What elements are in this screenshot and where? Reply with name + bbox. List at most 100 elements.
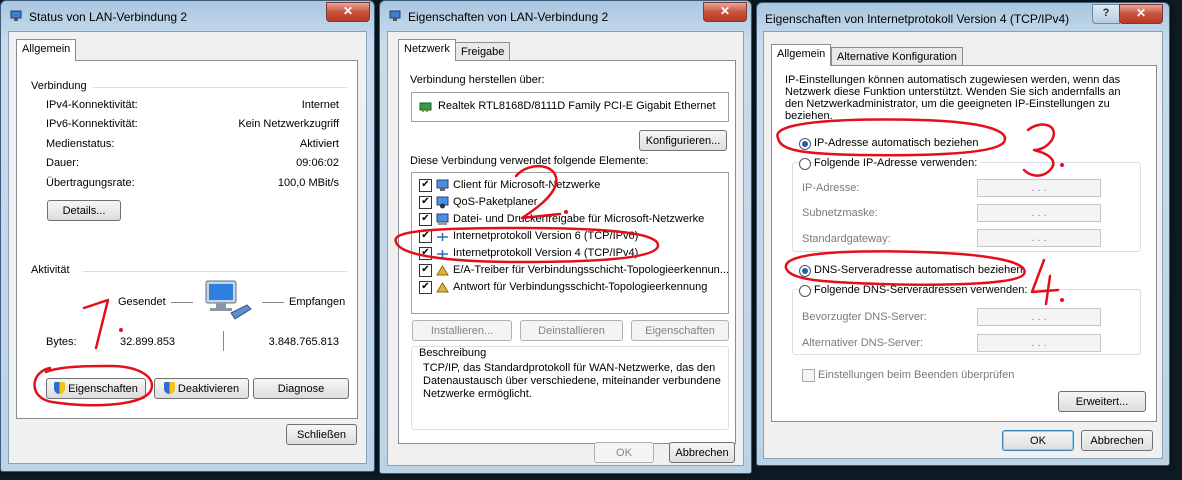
install-button[interactable]: Installieren... bbox=[412, 320, 512, 341]
window-title: Status von LAN-Verbindung 2 bbox=[29, 10, 188, 24]
configure-button[interactable]: Konfigurieren... bbox=[639, 130, 727, 151]
network-adapter-icon bbox=[419, 102, 432, 112]
media-status-value: Aktiviert bbox=[299, 138, 339, 150]
lan-properties-client-area: Netzwerk Freigabe Verbindung herstellen … bbox=[387, 31, 744, 466]
close-window-button[interactable]: ✕ bbox=[326, 2, 370, 22]
components-list[interactable]: ✔ Client für Microsoft-Netzwerke ✔ QoS-P… bbox=[411, 172, 729, 314]
bytes-divider bbox=[223, 331, 224, 351]
network-computer-icon bbox=[205, 280, 252, 320]
properties-button[interactable]: Eigenschaften bbox=[46, 378, 146, 399]
component-checkbox[interactable]: ✔ bbox=[419, 213, 432, 226]
ip-auto-label: IP-Adresse automatisch beziehen bbox=[814, 137, 979, 149]
component-checkbox[interactable]: ✔ bbox=[419, 196, 432, 209]
ok-button[interactable]: OK bbox=[594, 442, 654, 463]
qos-icon bbox=[436, 196, 449, 209]
activity-heading: Aktivität bbox=[31, 264, 70, 276]
uac-shield-icon bbox=[54, 382, 66, 394]
sent-line bbox=[171, 302, 193, 303]
dns-auto-label: DNS-Serveradresse automatisch beziehen bbox=[814, 264, 1023, 276]
sent-label: Gesendet bbox=[118, 296, 166, 308]
received-line bbox=[262, 302, 284, 303]
intro-text: IP-Einstellungen können automatisch zuge… bbox=[785, 74, 1121, 122]
ipv4-client-area: Allgemein Alternative Konfiguration IP-E… bbox=[763, 31, 1163, 459]
component-properties-button[interactable]: Eigenschaften bbox=[631, 320, 729, 341]
ipv4-value: Internet bbox=[301, 99, 339, 111]
tab-netzwerk[interactable]: Netzwerk bbox=[398, 39, 456, 61]
ip-manual-label: Folgende IP-Adresse verwenden: bbox=[814, 157, 981, 169]
window-title: Eigenschaften von LAN-Verbindung 2 bbox=[408, 10, 609, 24]
component-checkbox[interactable]: ✔ bbox=[419, 179, 432, 192]
ipv4-label: IPv4-Konnektivität: bbox=[46, 99, 138, 111]
dns-alternate-field[interactable]: . . . bbox=[977, 334, 1101, 352]
list-item[interactable]: ✔ Client für Microsoft-Netzwerke bbox=[412, 178, 726, 194]
diagnose-button[interactable]: Diagnose bbox=[253, 378, 349, 399]
close-button[interactable]: Schließen bbox=[286, 424, 357, 445]
speed-label: Übertragungsrate: bbox=[46, 177, 135, 189]
ip-auto-radio[interactable] bbox=[799, 138, 811, 150]
dns-preferred-field[interactable]: . . . bbox=[977, 308, 1101, 326]
close-window-button[interactable]: ✕ bbox=[703, 2, 747, 22]
window-title: Eigenschaften von Internetprotokoll Vers… bbox=[765, 12, 1070, 26]
cancel-button[interactable]: Abbrechen bbox=[1081, 430, 1153, 451]
status-tab-panel: Verbindung IPv4-Konnektivität: Internet … bbox=[16, 60, 358, 419]
general-tab-panel: IP-Einstellungen können automatisch zuge… bbox=[771, 65, 1157, 422]
component-label: Datei- und Druckerfreigabe für Microsoft… bbox=[453, 213, 705, 225]
list-item[interactable]: ✔ QoS-Paketplaner bbox=[412, 195, 726, 211]
validate-checkbox[interactable] bbox=[802, 369, 815, 382]
dns-manual-label: Folgende DNS-Serveradressen verwenden: bbox=[814, 284, 1031, 296]
subnet-field[interactable]: . . . bbox=[977, 204, 1101, 222]
divider bbox=[93, 87, 347, 88]
ip-address-field[interactable]: . . . bbox=[977, 179, 1101, 197]
list-item[interactable]: ✔ Internetprotokoll Version 4 (TCP/IPv4) bbox=[412, 246, 726, 262]
list-item[interactable]: ✔ Datei- und Druckerfreigabe für Microso… bbox=[412, 212, 726, 228]
component-checkbox[interactable]: ✔ bbox=[419, 281, 432, 294]
list-item[interactable]: ✔ Antwort für Verbindungsschicht-Topolog… bbox=[412, 280, 726, 296]
protocol-icon bbox=[437, 233, 448, 241]
status-window-titlebar[interactable]: Status von LAN-Verbindung 2 ✕ bbox=[1, 1, 374, 31]
ip-manual-radio[interactable] bbox=[799, 158, 811, 170]
list-item[interactable]: ✔ E/A-Treiber für Verbindungsschicht-Top… bbox=[412, 263, 729, 279]
topology-icon bbox=[436, 265, 449, 276]
component-checkbox[interactable]: ✔ bbox=[419, 264, 432, 277]
file-sharing-icon bbox=[436, 213, 449, 225]
ok-button[interactable]: OK bbox=[1002, 430, 1074, 451]
status-client-area: Allgemein Verbindung IPv4-Konnektivität:… bbox=[8, 31, 367, 464]
list-item[interactable]: ✔ Internetprotokoll Version 6 (TCP/IPv6) bbox=[412, 229, 726, 245]
tab-freigabe[interactable]: Freigabe bbox=[455, 42, 511, 62]
dns-preferred-label: Bevorzugter DNS-Server: bbox=[802, 311, 927, 323]
lan-properties-titlebar[interactable]: Eigenschaften von LAN-Verbindung 2 ✕ bbox=[380, 1, 751, 31]
tab-alternative-konfiguration[interactable]: Alternative Konfiguration bbox=[831, 47, 963, 67]
adapter-field: Realtek RTL8168D/8111D Family PCI-E Giga… bbox=[411, 92, 729, 122]
cancel-button[interactable]: Abbrechen bbox=[669, 442, 735, 463]
help-button[interactable]: ? bbox=[1092, 4, 1120, 24]
client-icon bbox=[436, 179, 449, 191]
component-label: Antwort für Verbindungsschicht-Topologie… bbox=[453, 281, 708, 293]
topology-icon bbox=[436, 282, 449, 293]
divider bbox=[83, 271, 347, 272]
gateway-field[interactable]: . . . bbox=[977, 229, 1101, 247]
network-icon bbox=[10, 10, 22, 21]
connect-via-label: Verbindung herstellen über: bbox=[410, 74, 545, 86]
deactivate-button-label: Deaktivieren bbox=[177, 383, 240, 395]
ipv4-properties-window: Eigenschaften von Internetprotokoll Vers… bbox=[756, 2, 1170, 466]
details-button[interactable]: Details... bbox=[47, 200, 121, 221]
uninstall-button[interactable]: Deinstallieren bbox=[520, 320, 623, 341]
ipv4-properties-titlebar[interactable]: Eigenschaften von Internetprotokoll Vers… bbox=[757, 3, 1169, 33]
elements-label: Diese Verbindung verwendet folgende Elem… bbox=[410, 155, 649, 167]
component-checkbox[interactable]: ✔ bbox=[419, 247, 432, 260]
deactivate-button[interactable]: Deaktivieren bbox=[154, 378, 249, 399]
component-label: Internetprotokoll Version 4 (TCP/IPv4) bbox=[453, 247, 639, 259]
bytes-sent-value: 32.899.853 bbox=[120, 336, 176, 348]
dns-auto-radio[interactable] bbox=[799, 265, 811, 277]
gateway-label: Standardgateway: bbox=[802, 233, 891, 245]
tab-allgemein[interactable]: Allgemein bbox=[16, 39, 77, 61]
component-checkbox[interactable]: ✔ bbox=[419, 230, 432, 243]
component-label: QoS-Paketplaner bbox=[453, 196, 538, 208]
advanced-button[interactable]: Erweitert... bbox=[1058, 391, 1146, 412]
close-window-button[interactable]: ✕ bbox=[1119, 4, 1163, 24]
dns-manual-radio[interactable] bbox=[799, 285, 811, 297]
adapter-name: Realtek RTL8168D/8111D Family PCI-E Giga… bbox=[438, 100, 716, 112]
protocol-icon bbox=[437, 250, 448, 258]
tab-allgemein[interactable]: Allgemein bbox=[771, 44, 832, 66]
media-status-label: Medienstatus: bbox=[46, 138, 115, 150]
